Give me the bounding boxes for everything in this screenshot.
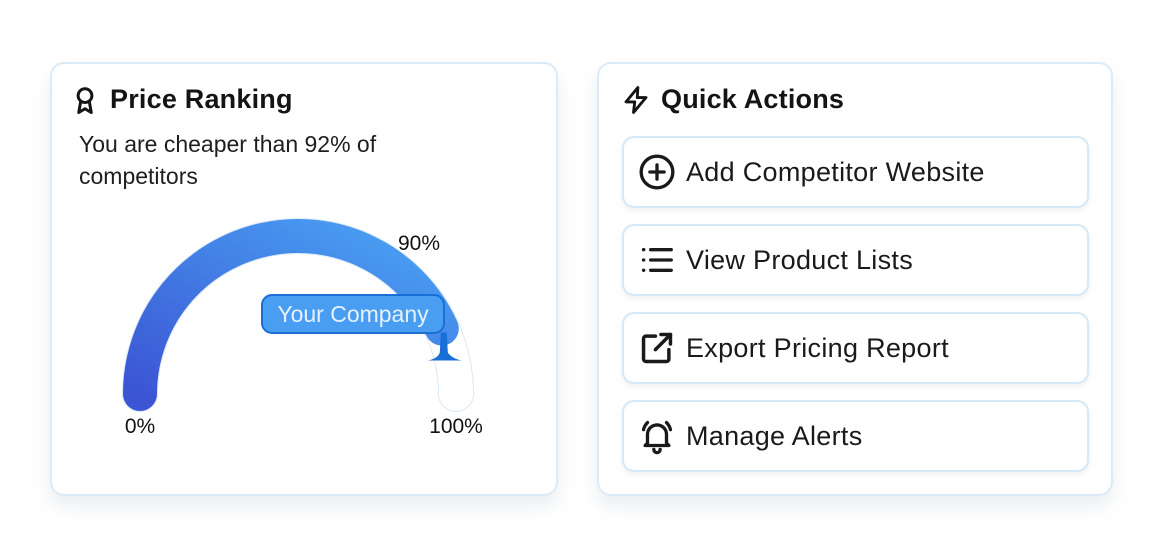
quick-actions-header: Quick Actions <box>621 84 844 115</box>
quick-actions-list: Add Competitor Website View Product List… <box>622 136 1089 488</box>
gauge-max-label: 100% <box>429 415 483 438</box>
gauge-value-label: 90% <box>398 232 440 255</box>
view-product-lists-button[interactable]: View Product Lists <box>622 224 1089 296</box>
add-competitor-website-button[interactable]: Add Competitor Website <box>622 136 1089 208</box>
price-gauge: Your Company 90% 0% 100% <box>121 218 483 438</box>
external-link-icon <box>641 332 673 364</box>
bell-icon <box>641 420 673 455</box>
action-label: Manage Alerts <box>686 420 863 451</box>
price-ranking-card: Price Ranking You are cheaper than 92% o… <box>50 62 558 496</box>
list-icon <box>641 248 673 272</box>
action-label: View Product Lists <box>686 244 914 275</box>
action-label: Add Competitor Website <box>686 156 985 187</box>
plus-circle-icon <box>639 154 675 190</box>
gauge-min-label: 0% <box>125 415 155 438</box>
your-company-label: Your Company <box>277 301 429 327</box>
quick-actions-title: Quick Actions <box>661 84 845 114</box>
manage-alerts-button[interactable]: Manage Alerts <box>622 400 1089 472</box>
export-pricing-report-button[interactable]: Export Pricing Report <box>622 312 1089 384</box>
action-label: Export Pricing Report <box>686 332 949 363</box>
lightning-icon <box>624 85 648 114</box>
quick-actions-card: Quick Actions Add Competitor Website Vie… <box>597 62 1113 496</box>
